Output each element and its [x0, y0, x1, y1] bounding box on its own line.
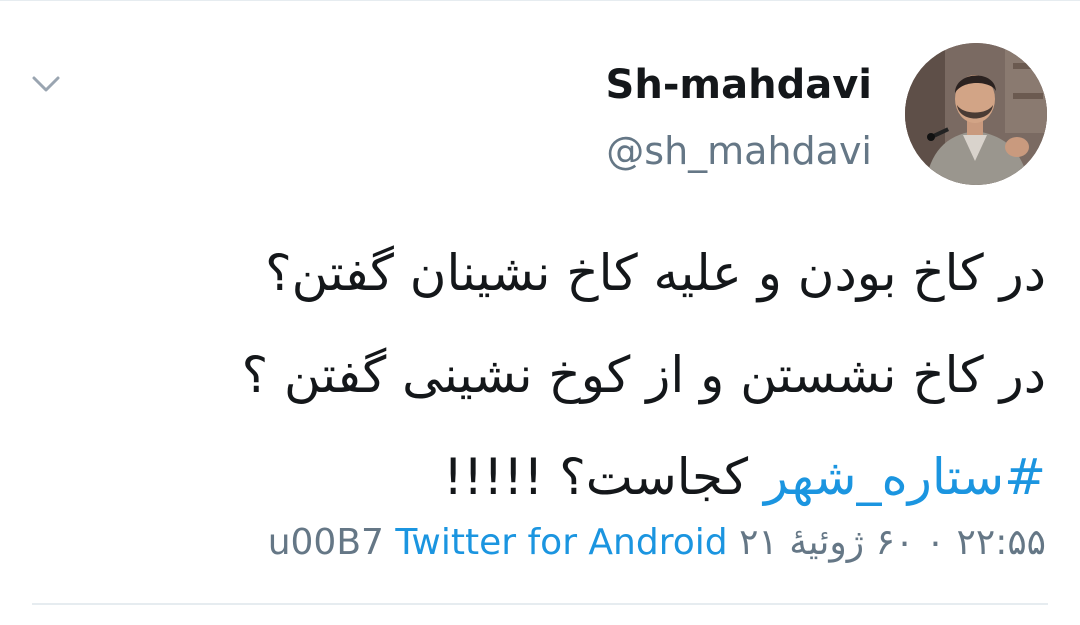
- meta-separator: u00B7: [267, 522, 384, 563]
- tweet-meta: ۲۲:۵۵ ۰ ۶۰ ژوئیهٔ ۲۱ u00B7 Twitter for A…: [268, 515, 1046, 571]
- bottom-divider: [32, 603, 1048, 605]
- person-speaking-photo-icon: [905, 43, 1047, 185]
- tweet-menu-button[interactable]: [26, 64, 66, 104]
- tweet-line-3: #ستاره_شهر کجاست؟ !!!!!: [146, 426, 1046, 528]
- tweet-source-link[interactable]: Twitter for Android: [395, 522, 727, 563]
- tweet-timestamp[interactable]: ۲۲:۵۵ ۰ ۶۰ ژوئیهٔ ۲۱: [739, 522, 1046, 563]
- top-divider: [0, 0, 1080, 1]
- hashtag-link[interactable]: #ستاره_شهر: [764, 448, 1046, 506]
- author-handle[interactable]: @sh_mahdavi: [606, 126, 872, 176]
- tweet-line-1: در کاخ بودن و علیه کاخ نشینان گفتن؟: [265, 244, 1046, 302]
- tweet-line-2: در کاخ نشستن و از کوخ نشینی گفتن ؟: [241, 346, 1046, 404]
- chevron-down-icon: [32, 76, 60, 92]
- avatar[interactable]: [905, 43, 1047, 185]
- tweet-text: در کاخ بودن و علیه کاخ نشینان گفتن؟ در ک…: [146, 222, 1046, 528]
- tweet-line-3-text: کجاست؟ !!!!!: [443, 448, 749, 506]
- author-display-name[interactable]: Sh-mahdavi: [606, 60, 872, 110]
